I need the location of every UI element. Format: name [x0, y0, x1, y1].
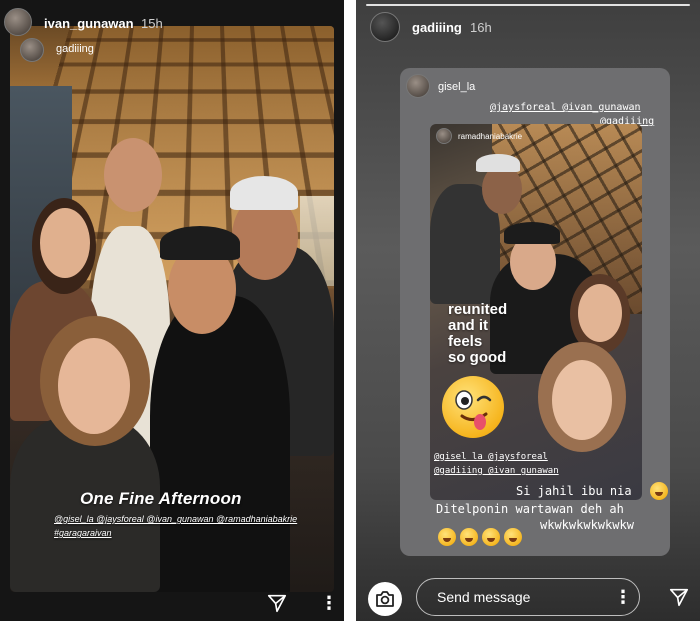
inner-avatar	[436, 128, 452, 144]
winking-tongue-emoji	[442, 376, 504, 438]
sticker-line: reunited	[448, 301, 508, 318]
laughing-emoji	[504, 528, 522, 546]
bottom-bar: ⋮	[356, 572, 700, 621]
person-cap	[230, 176, 298, 210]
sticker-line: and it	[448, 317, 488, 334]
sticker-text: reunited and it feels so good	[448, 302, 507, 366]
mention-sticker[interactable]: gadiiing	[56, 43, 94, 55]
username[interactable]: gadiiing	[412, 20, 462, 35]
person-head	[104, 138, 162, 212]
time-ago: 16h	[470, 20, 492, 35]
person-head	[578, 284, 622, 342]
laugh-emoji	[650, 482, 672, 500]
shared-from-avatar[interactable]	[406, 74, 430, 98]
caption-mentions[interactable]: @gisel_la @jaysforeal @ivan_gunawan @ram…	[54, 514, 297, 524]
progress-bar	[366, 4, 690, 6]
reply-line3: wkwkwkwkwkwkw	[540, 518, 634, 532]
story-right: gadiiing 16h gisel_la @jaysforeal @ivan_…	[356, 0, 700, 621]
reply-line1: Si jahil ibu nia	[516, 484, 632, 498]
story-header: ivan_gunawan 15h	[0, 0, 344, 36]
laughing-emoji	[460, 528, 478, 546]
person-cap	[160, 226, 240, 260]
sticker-line: so good	[448, 349, 507, 366]
shared-from-username[interactable]: gisel_la	[438, 81, 475, 93]
send-icon[interactable]	[266, 592, 288, 614]
more-vertical-icon[interactable]: ⋮	[320, 594, 338, 612]
person-cap	[504, 222, 560, 244]
person-head	[58, 338, 130, 434]
emoji-face-icon	[455, 390, 492, 430]
send-icon[interactable]	[668, 586, 690, 608]
camera-button[interactable]	[368, 582, 402, 616]
avatar[interactable]	[4, 8, 32, 36]
inner-username: ramadhaniabakrie	[458, 132, 523, 141]
username[interactable]: ivan_gunawan	[44, 16, 134, 31]
send-message-input[interactable]	[416, 578, 640, 616]
laughing-emoji	[438, 528, 456, 546]
mention-avatar[interactable]	[20, 38, 44, 62]
caption-hashtag[interactable]: #garagaraivan	[54, 528, 112, 538]
avatar[interactable]	[370, 12, 400, 42]
sticker-line: feels	[448, 333, 483, 350]
person-cap	[476, 154, 520, 172]
inner-mentions-line2: @gadiiing @ivan_gunawan	[434, 466, 559, 476]
top-mentions-line1[interactable]: @jaysforeal @ivan_gunawan	[490, 102, 641, 113]
person-head	[552, 360, 612, 440]
reply-line2: Ditelponin wartawan deh ah	[436, 502, 624, 516]
story-left: ivan_gunawan 15h gadiiing One Fine After…	[0, 0, 344, 621]
emoji-row	[438, 528, 526, 546]
person-head	[40, 208, 90, 278]
camera-icon	[376, 591, 394, 607]
more-vertical-icon[interactable]: ⋮	[614, 588, 632, 606]
person-shirt	[150, 296, 290, 592]
caption-title: One Fine Afternoon	[80, 489, 242, 508]
laughing-emoji	[482, 528, 500, 546]
inner-story[interactable]: ramadhaniabakrie reunited and it feels s…	[430, 124, 642, 500]
time-ago: 15h	[141, 16, 163, 31]
inner-mentions-line1: @gisel_la @jaysforeal	[434, 452, 548, 462]
